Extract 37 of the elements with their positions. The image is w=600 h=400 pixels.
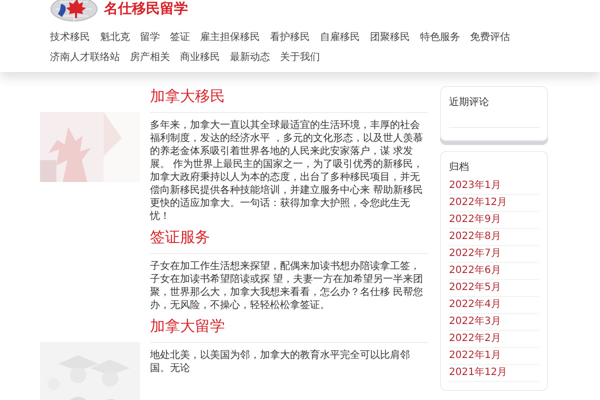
archive-link[interactable]: 2022年4月 bbox=[449, 297, 539, 314]
nav-link[interactable]: 签证 bbox=[170, 28, 190, 48]
section-heading[interactable]: 加拿大移民 bbox=[150, 86, 428, 106]
archive-link[interactable]: 2022年7月 bbox=[449, 246, 539, 263]
section-paragraph: 地处北美，以美国为邻，加拿大的教育水平完全可以比肩邻国。无论 bbox=[150, 349, 411, 375]
archive-link[interactable]: 2022年6月 bbox=[449, 263, 539, 280]
nav-link[interactable]: 免费评估 bbox=[470, 28, 510, 48]
widget-title: 归档 bbox=[449, 160, 470, 175]
nav-link[interactable]: 看护移民 bbox=[270, 28, 310, 48]
nav-link[interactable]: 自雇移民 bbox=[320, 28, 360, 48]
archive-link[interactable]: 2022年3月 bbox=[449, 314, 539, 331]
nav-link[interactable]: 留学 bbox=[140, 28, 160, 48]
section-paragraph: 子女在加工作生活想来探望，配偶来加读书想办陪读拿工签，子女在加读书希望陪读或探 望，夫妻一方在加希望另一半来团聚，世界那么大，加拿大我想来看看，怎么办？名仕移 民帮您办，无风险，不操心，轻轻松松拿签证。 bbox=[150, 260, 424, 312]
archive-link[interactable]: 2022年2月 bbox=[449, 331, 539, 348]
nav-link[interactable]: 技术移民 bbox=[50, 28, 90, 48]
nav-link[interactable]: 雇主担保移民 bbox=[200, 28, 260, 48]
nav-link[interactable]: 房产相关 bbox=[130, 48, 170, 68]
nav-link[interactable]: 商业移民 bbox=[180, 48, 220, 68]
archive-link[interactable]: 2022年8月 bbox=[449, 229, 539, 246]
archive-link[interactable]: 2023年1月 bbox=[449, 178, 539, 195]
logo-icon[interactable] bbox=[50, 0, 98, 22]
archive-link[interactable]: 2022年9月 bbox=[449, 212, 539, 229]
nav-link[interactable]: 济南人才联络站 bbox=[50, 48, 120, 68]
site-title[interactable]: 名仕移民留学 bbox=[104, 0, 188, 18]
nav-link[interactable]: 最新动态 bbox=[230, 48, 270, 68]
section-heading[interactable]: 签证服务 bbox=[150, 227, 428, 247]
section-paragraph: 多年来，加拿大一直以其全球最适宜的生活环境，丰厚的社会福利制度，发达的经济水平 ，多元的文化形态，以及世人羡慕的养老金体系吸引着世界各地的人民来此安家落户，谋 求发展。 作为世界上最民主的国家之一，为了吸引优秀的新移民，加拿大政府秉持以人为本的态度，出台了多种移民项目，并无偿向新移民提供各种技能培训，并建立服务中心来 帮助新移民更快的适应加拿大。一句话：获得加拿大护照，令您此生无忧！ bbox=[150, 119, 424, 223]
archive-link[interactable]: 2022年1月 bbox=[449, 348, 539, 365]
nav-link[interactable]: 魁北克 bbox=[100, 28, 130, 48]
widget-title: 近期评论 bbox=[449, 96, 490, 110]
archive-link[interactable]: 2021年12月 bbox=[449, 365, 539, 382]
archive-link[interactable]: 2022年5月 bbox=[449, 280, 539, 297]
nav-link[interactable]: 关于我们 bbox=[280, 48, 320, 68]
archive-link[interactable]: 2022年12月 bbox=[449, 195, 539, 212]
section-heading[interactable]: 加拿大留学 bbox=[150, 316, 428, 336]
nav-link[interactable]: 团聚移民 bbox=[370, 28, 410, 48]
nav-link[interactable]: 特色服务 bbox=[420, 28, 460, 48]
